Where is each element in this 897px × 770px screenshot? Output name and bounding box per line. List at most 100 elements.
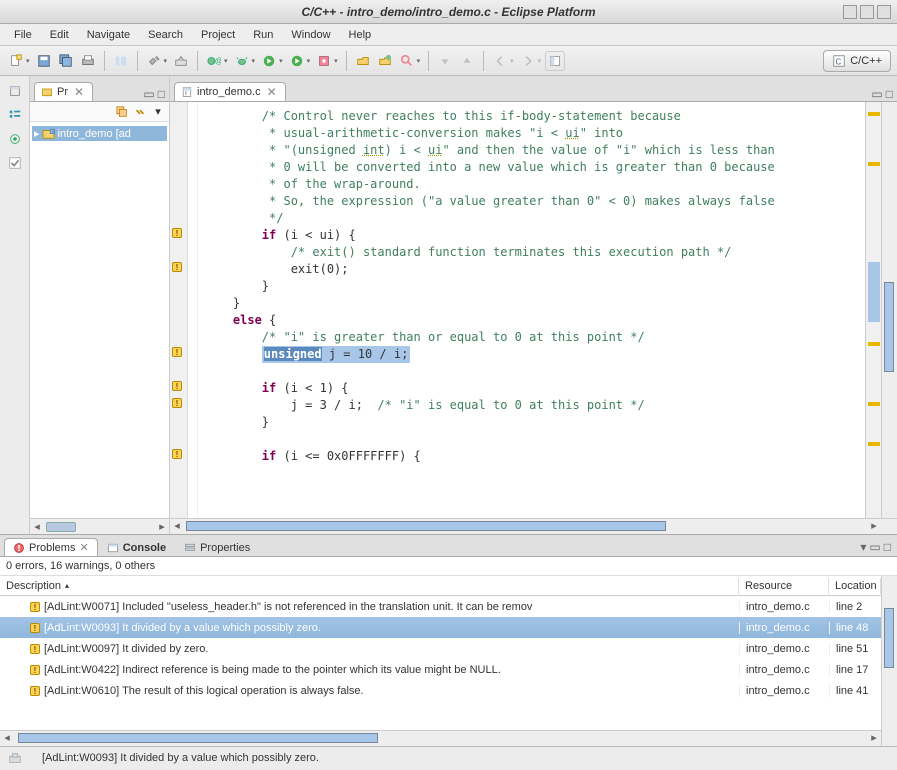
new-class-dropdown[interactable]: ▾	[224, 57, 228, 65]
tasks-view-icon[interactable]	[6, 154, 24, 172]
open-task-button[interactable]	[375, 51, 395, 71]
run-button[interactable]	[259, 51, 279, 71]
restore-view-icon[interactable]	[6, 82, 24, 100]
tab-console[interactable]: Console	[98, 539, 175, 556]
open-type-button[interactable]	[353, 51, 373, 71]
code-line[interactable]: */	[204, 210, 865, 227]
code-line[interactable]: * "(unsigned int) i < ui" and then the v…	[204, 142, 865, 159]
menu-search[interactable]: Search	[140, 27, 191, 43]
bottom-minimize-icon[interactable]: ▭	[869, 540, 880, 554]
problem-row[interactable]: ![AdLint:W0093] It divided by a value wh…	[0, 617, 881, 638]
prev-annotation-button[interactable]	[457, 51, 477, 71]
maximize-button[interactable]	[860, 5, 874, 19]
editor-minimize-icon[interactable]: ▭	[871, 87, 882, 101]
back-dropdown[interactable]: ▾	[510, 57, 514, 65]
code-line[interactable]	[204, 363, 865, 380]
open-perspective-button[interactable]	[545, 51, 565, 71]
debug-dropdown[interactable]: ▾	[252, 57, 256, 65]
menu-project[interactable]: Project	[193, 27, 243, 43]
view-menu-icon[interactable]: ▾	[151, 105, 165, 119]
code-line[interactable]: if (i <= 0x0FFFFFFF) {	[204, 448, 865, 465]
toggle-breadcrumb-button[interactable]	[111, 51, 131, 71]
build-dropdown[interactable]: ▾	[164, 57, 168, 65]
code-line[interactable]: * So, the expression ("a value greater t…	[204, 193, 865, 210]
col-location[interactable]: Location	[829, 578, 881, 594]
debug-button[interactable]	[232, 51, 252, 71]
editor-vscroll[interactable]	[881, 102, 897, 518]
editor-tab-close[interactable]: ✕	[265, 85, 279, 99]
code-line[interactable]: /* "i" is greater than or equal to 0 at …	[204, 329, 865, 346]
build-button[interactable]	[144, 51, 164, 71]
problem-row[interactable]: ![AdLint:W0422] Indirect reference is be…	[0, 659, 881, 680]
run-last-dropdown[interactable]: ▾	[307, 57, 311, 65]
new-button[interactable]	[6, 51, 26, 71]
close-button[interactable]	[877, 5, 891, 19]
menu-edit[interactable]: Edit	[42, 27, 77, 43]
minimize-button[interactable]	[843, 5, 857, 19]
editor-tab[interactable]: c intro_demo.c ✕	[174, 82, 286, 101]
outline-view-icon[interactable]	[6, 106, 24, 124]
run-last-button[interactable]	[287, 51, 307, 71]
code-line[interactable]: }	[204, 278, 865, 295]
code-line[interactable]: * of the wrap-around.	[204, 176, 865, 193]
problems-hscroll[interactable]: ◂ ▸	[0, 730, 881, 746]
targets-view-icon[interactable]	[6, 130, 24, 148]
search-dropdown[interactable]: ▾	[417, 57, 421, 65]
code-line[interactable]: * 0 will be converted into a new value w…	[204, 159, 865, 176]
run-dropdown[interactable]: ▾	[279, 57, 283, 65]
minimize-view-icon[interactable]: ▭	[143, 87, 154, 101]
code-line[interactable]: if (i < 1) {	[204, 380, 865, 397]
code-line[interactable]: }	[204, 414, 865, 431]
perspective-switcher[interactable]: C C/C++	[823, 50, 891, 72]
project-hscroll[interactable]: ◂ ▸	[30, 518, 169, 534]
tab-problems[interactable]: Problems ✕	[4, 538, 98, 556]
warning-marker[interactable]: !	[172, 380, 184, 392]
tab-properties[interactable]: Properties	[175, 539, 259, 556]
build-all-button[interactable]	[171, 51, 191, 71]
project-tab[interactable]: Pr ✕	[34, 82, 93, 101]
warning-marker[interactable]: !	[172, 227, 184, 239]
editor-hscroll[interactable]: ◂ ▸	[170, 518, 897, 534]
code-line[interactable]: /* Control never reaches to this if-body…	[204, 108, 865, 125]
overview-ruler[interactable]	[865, 102, 881, 518]
menu-run[interactable]: Run	[245, 27, 281, 43]
expand-icon[interactable]: ▸	[34, 127, 40, 140]
menu-file[interactable]: File	[6, 27, 40, 43]
code-line[interactable]: if (i < ui) {	[204, 227, 865, 244]
warning-marker[interactable]: !	[172, 397, 184, 409]
maximize-view-icon[interactable]: □	[158, 87, 165, 101]
problems-vscroll[interactable]	[881, 576, 897, 746]
collapse-all-icon[interactable]	[115, 105, 129, 119]
next-annotation-button[interactable]	[435, 51, 455, 71]
problems-list[interactable]: ![AdLint:W0071] Included "useless_header…	[0, 596, 881, 730]
fold-gutter[interactable]	[188, 102, 198, 518]
code-line[interactable]: exit(0);	[204, 261, 865, 278]
code-line[interactable]	[204, 431, 865, 448]
problem-row[interactable]: ![AdLint:W0071] Included "useless_header…	[0, 596, 881, 617]
save-all-button[interactable]	[56, 51, 76, 71]
editor-maximize-icon[interactable]: □	[886, 87, 893, 101]
menu-help[interactable]: Help	[341, 27, 380, 43]
code-line[interactable]: else {	[204, 312, 865, 329]
search-button[interactable]	[397, 51, 417, 71]
col-resource[interactable]: Resource	[739, 578, 829, 594]
col-description[interactable]: Description▴	[0, 578, 739, 594]
code-line[interactable]: j = 3 / i; /* "i" is equal to 0 at this …	[204, 397, 865, 414]
bottom-maximize-icon[interactable]: □	[884, 540, 891, 554]
back-button[interactable]	[490, 51, 510, 71]
project-tab-close[interactable]: ✕	[72, 85, 86, 99]
forward-dropdown[interactable]: ▾	[538, 57, 542, 65]
forward-button[interactable]	[518, 51, 538, 71]
save-button[interactable]	[34, 51, 54, 71]
warning-marker[interactable]: !	[172, 448, 184, 460]
print-button[interactable]	[78, 51, 98, 71]
tab-problems-close[interactable]: ✕	[79, 541, 88, 554]
warning-marker[interactable]: !	[172, 261, 184, 273]
problem-row[interactable]: ![AdLint:W0097] It divided by zero.intro…	[0, 638, 881, 659]
menu-navigate[interactable]: Navigate	[79, 27, 138, 43]
external-tools-button[interactable]	[314, 51, 334, 71]
menu-window[interactable]: Window	[283, 27, 338, 43]
marker-gutter[interactable]: !!!!!!	[170, 102, 188, 518]
warning-marker[interactable]: !	[172, 346, 184, 358]
code-line[interactable]: * usual-arithmetic-conversion makes "i <…	[204, 125, 865, 142]
